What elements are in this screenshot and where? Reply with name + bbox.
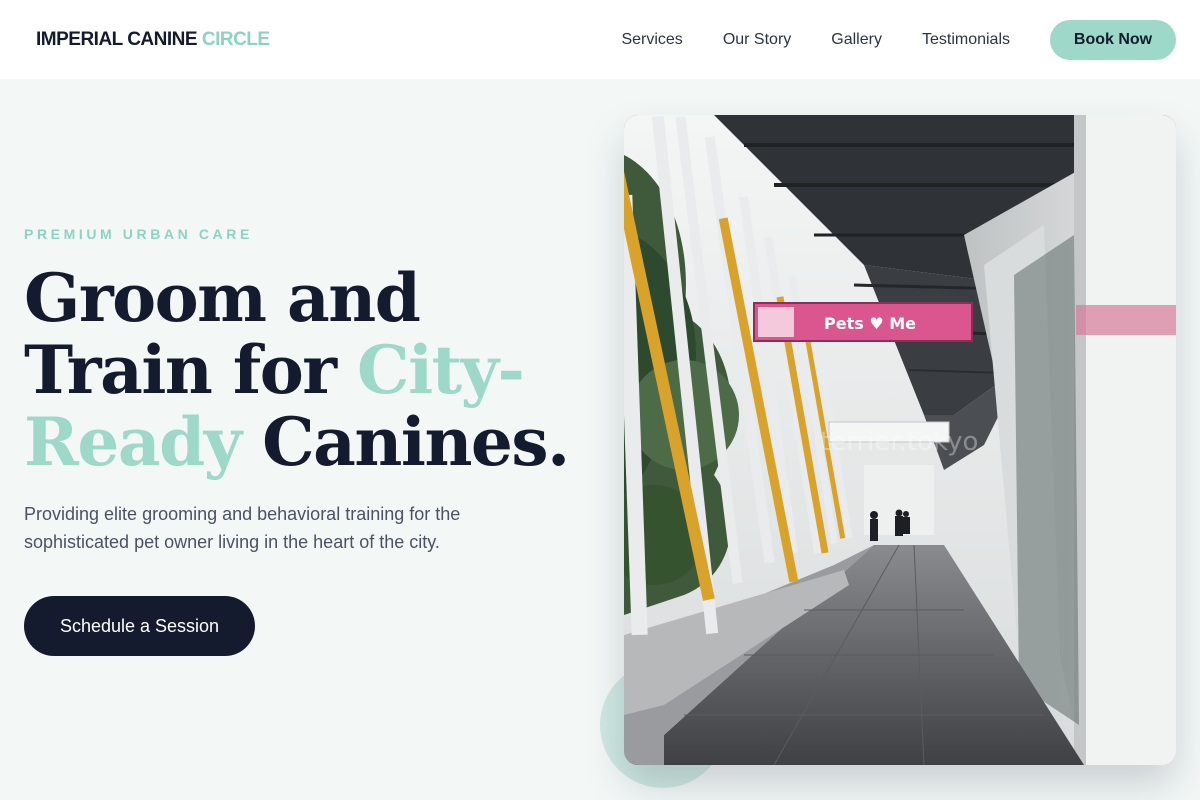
headline-line-3b: Canines. — [240, 403, 570, 481]
main-nav: Services Our Story Gallery Testimonials … — [621, 19, 1176, 60]
hero-photo: Pets ♥ Me terrier.tokyo — [624, 115, 1176, 765]
logo-main: IMPERIAL CANINE — [36, 28, 198, 50]
hero-headline: Groom and Train for City- Ready Canines. — [24, 262, 584, 478]
nav-link-our-story[interactable]: Our Story — [723, 31, 791, 49]
photo-watermark: terrier.tokyo — [820, 427, 979, 457]
hero-eyebrow: PREMIUM URBAN CARE — [24, 226, 253, 242]
nav-link-services[interactable]: Services — [621, 31, 682, 49]
shop-sign-text: Pets ♥ Me — [824, 314, 916, 333]
site-header: IMPERIAL CANINE CIRCLE Services Our Stor… — [0, 0, 1200, 79]
hero-subtitle: Providing elite grooming and behavioral … — [24, 504, 461, 552]
headline-line-1: Groom and — [24, 259, 421, 337]
headline-line-2a: Train for — [24, 331, 358, 409]
headline-highlight-city: City- — [357, 331, 525, 409]
nav-link-gallery[interactable]: Gallery — [831, 31, 882, 49]
logo[interactable]: IMPERIAL CANINE CIRCLE — [36, 29, 270, 51]
nav-link-testimonials[interactable]: Testimonials — [922, 31, 1010, 49]
book-now-button[interactable]: Book Now — [1050, 19, 1176, 60]
logo-accent: CIRCLE — [201, 28, 270, 50]
schedule-session-button[interactable]: Schedule a Session — [24, 596, 255, 656]
headline-highlight-ready: Ready — [24, 403, 242, 481]
